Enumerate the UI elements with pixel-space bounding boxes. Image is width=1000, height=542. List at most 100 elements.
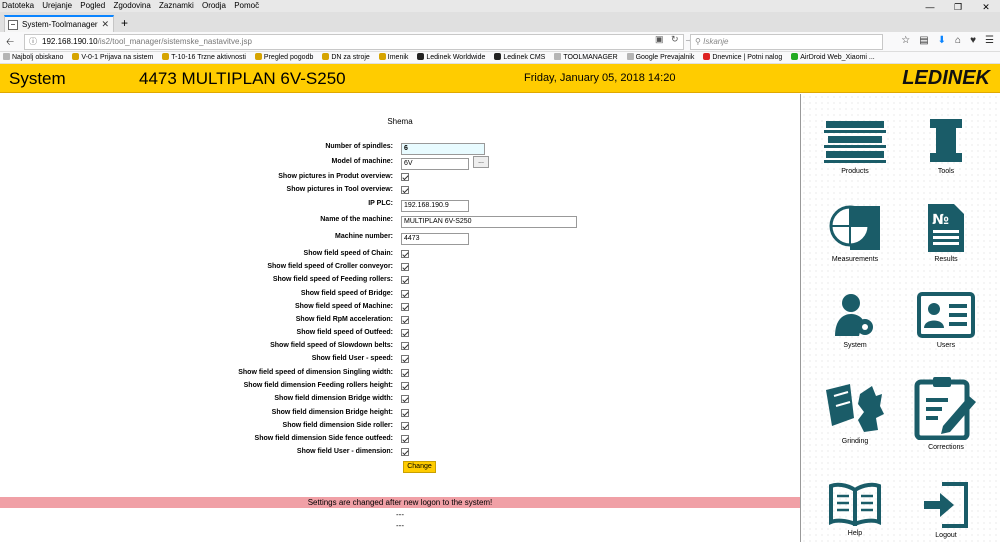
sidebar-item-label: Products <box>841 168 869 175</box>
spindles-input[interactable] <box>401 142 485 155</box>
field-label: Machine number: <box>335 233 393 240</box>
site-info-icon[interactable]: ⓘ <box>29 37 37 46</box>
checkbox[interactable] <box>401 290 409 298</box>
pocket-icon[interactable]: ♥ <box>970 35 976 46</box>
bookmark-item[interactable]: V-0-1 Prijava na sistem <box>72 53 153 61</box>
ip-plc-input[interactable] <box>401 199 469 212</box>
checkbox[interactable] <box>401 276 409 284</box>
bookmark-star-icon[interactable]: ☆ <box>901 35 910 46</box>
checkbox[interactable] <box>401 303 409 311</box>
url-path: /is2/tool_manager/sistemske_nastavitve.j… <box>97 37 252 46</box>
field-label: Number of spindles: <box>325 143 393 150</box>
tab-close-icon[interactable]: ✕ <box>101 19 109 30</box>
menu-help[interactable]: Pomoč <box>234 1 259 10</box>
ledinek-logo-icon <box>494 53 502 60</box>
sidebar-item-label: Tools <box>937 168 955 175</box>
bookmark-item[interactable]: Google Prevajalnik <box>626 53 694 61</box>
menu-history[interactable]: Zgodovina <box>113 1 150 10</box>
corrections-icon <box>914 377 976 440</box>
tools-icon <box>930 119 962 162</box>
menu-edit[interactable]: Urejanje <box>42 1 72 10</box>
menu-bookmarks[interactable]: Zaznamki <box>159 1 194 10</box>
sidebar-item-logout[interactable]: Logout <box>901 482 991 539</box>
checkbox[interactable] <box>401 329 409 337</box>
checkbox[interactable] <box>401 448 409 456</box>
sidebar-item-tools[interactable]: Tools <box>901 119 991 175</box>
hamburger-menu-icon[interactable]: ☰ <box>985 35 994 46</box>
users-icon <box>917 292 975 338</box>
model-browse-button[interactable]: ... <box>473 156 489 168</box>
reader-view-icon[interactable]: ▣ <box>655 34 664 45</box>
bookmark-item[interactable]: T-10-16 Trzne aktivnosti <box>162 53 246 61</box>
sidebar: Products Tools Measurements № Results Sy… <box>800 94 1000 542</box>
sidebar-item-label: System <box>843 342 867 349</box>
checkbox[interactable] <box>401 409 409 417</box>
results-icon: № <box>928 204 964 252</box>
sidebar-item-grinding[interactable]: Grinding <box>810 382 900 445</box>
bookmark-logo-icon <box>703 53 711 60</box>
sidebar-item-label: Logout <box>935 532 957 539</box>
machine-name-input[interactable] <box>401 215 577 228</box>
reload-icon[interactable]: ↻ <box>671 34 679 45</box>
new-tab-icon[interactable]: + <box>121 16 128 30</box>
form-row-ip: IP PLC: <box>0 198 800 212</box>
change-button[interactable]: Change <box>403 461 436 473</box>
sidebar-item-users[interactable]: Users <box>901 292 991 349</box>
ledinek-logo: LEDINEK <box>902 67 990 89</box>
library-icon[interactable]: ▤ <box>919 35 928 46</box>
home-icon[interactable]: ⌂ <box>955 35 961 46</box>
sidebar-item-help[interactable]: Help <box>810 482 900 537</box>
sidebar-item-products[interactable]: Products <box>810 119 900 175</box>
form-row-field: Show field User - dimension: <box>0 446 800 458</box>
bookmark-logo-icon <box>378 53 386 60</box>
field-label: Show field dimension Feeding rollers hei… <box>243 382 393 389</box>
checkbox[interactable] <box>401 263 409 271</box>
downloads-icon[interactable]: ⬇ <box>938 35 946 46</box>
search-placeholder: Iskanje <box>703 37 729 46</box>
machine-number-input[interactable] <box>401 232 469 245</box>
tab-title: System-Toolmanager <box>22 20 98 29</box>
sidebar-item-system[interactable]: System <box>810 292 900 349</box>
bookmark-item[interactable]: Najbolj obiskano <box>3 53 63 61</box>
bookmark-item[interactable]: AirDroid Web_Xiaomi ... <box>791 53 875 61</box>
browser-tab[interactable]: System-Toolmanager ✕ <box>4 15 114 32</box>
url-bar[interactable]: ⓘ 192.168.190.10/is2/tool_manager/sistems… <box>24 34 684 50</box>
checkbox[interactable] <box>401 316 409 324</box>
field-label: Show field User - dimension: <box>296 448 393 455</box>
field-label: Show pictures in Produt overview: <box>278 173 393 180</box>
bookmark-item[interactable]: TOOLMANAGER <box>554 53 618 61</box>
checkbox[interactable] <box>401 173 409 181</box>
checkbox[interactable] <box>401 250 409 258</box>
bookmark-item[interactable]: DN za stroje <box>322 53 370 61</box>
checkbox[interactable] <box>401 435 409 443</box>
search-input[interactable]: ⚲ Iskanje <box>690 34 883 50</box>
footer-dash: --- <box>396 521 404 530</box>
sidebar-item-measurements[interactable]: Measurements <box>810 204 900 263</box>
measurements-icon <box>829 205 880 250</box>
model-input[interactable] <box>401 157 469 170</box>
settings-form: Shema Number of spindles: Model of machi… <box>0 94 800 542</box>
bookmark-item[interactable]: Pregled pogodb <box>254 53 313 61</box>
checkbox[interactable] <box>401 369 409 377</box>
logout-icon <box>924 482 968 528</box>
bookmark-item[interactable]: Ledinek Worldwide <box>417 53 485 61</box>
checkbox[interactable] <box>401 186 409 194</box>
checkbox[interactable] <box>401 355 409 363</box>
menu-tools[interactable]: Orodja <box>202 1 226 10</box>
picture-icon <box>626 53 634 60</box>
bookmark-item[interactable]: Imenik <box>378 53 408 61</box>
menu-view[interactable]: Pogled <box>80 1 105 10</box>
back-icon[interactable]: 🡠 <box>6 35 14 52</box>
sidebar-item-results[interactable]: № Results <box>901 204 991 263</box>
checkbox[interactable] <box>401 422 409 430</box>
checkbox[interactable] <box>401 342 409 350</box>
bookmark-item[interactable]: Dnevnice | Potni nalog <box>703 53 782 61</box>
sidebar-item-corrections[interactable]: Corrections <box>901 376 991 451</box>
checkbox[interactable] <box>401 382 409 390</box>
form-row-field: Show field speed of Croller conveyor: <box>0 261 800 273</box>
ledinek-logo-icon <box>417 53 425 60</box>
menu-file[interactable]: Datoteka <box>2 1 34 10</box>
bookmark-item[interactable]: Ledinek CMS <box>494 53 545 61</box>
search-icon: ⚲ <box>695 37 701 46</box>
checkbox[interactable] <box>401 395 409 403</box>
